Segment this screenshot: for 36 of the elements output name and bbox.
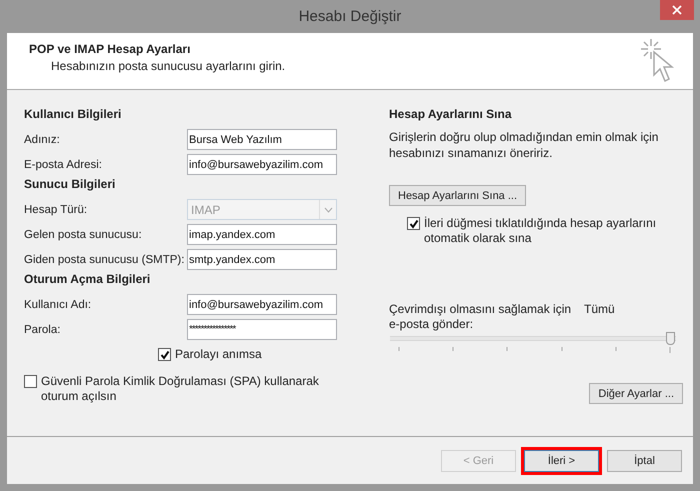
input-field[interactable]: info@bursawebyazilim.com bbox=[187, 154, 337, 175]
section-heading: Hesap Ayarlarını Sına bbox=[389, 107, 513, 123]
section-heading: Sunucu Bilgileri bbox=[24, 177, 116, 193]
checkbox[interactable] bbox=[158, 348, 171, 361]
section-heading: Oturum Açma Bilgileri bbox=[24, 272, 152, 288]
field-label: Kullanıcı Adı: bbox=[24, 298, 92, 310]
more-settings-button[interactable]: Diğer Ayarlar ... bbox=[589, 383, 683, 404]
chevron-down-icon bbox=[324, 206, 332, 212]
field-label: Parola: bbox=[24, 324, 60, 336]
footer-button[interactable]: İptal bbox=[607, 450, 682, 472]
section-heading: Kullanıcı Bilgileri bbox=[24, 107, 122, 123]
header-title: POP ve IMAP Hesap Ayarları bbox=[29, 42, 192, 56]
field-label: Adınız: bbox=[24, 134, 60, 146]
password-field[interactable]: **************** bbox=[187, 319, 337, 340]
input-field[interactable]: info@bursawebyazilim.com bbox=[187, 294, 337, 315]
field-label: Hesap Türü: bbox=[24, 204, 88, 216]
field-label: E-posta Adresi: bbox=[24, 158, 102, 170]
close-icon bbox=[672, 5, 682, 15]
input-field[interactable]: smtp.yandex.com bbox=[187, 249, 337, 270]
checkbox[interactable] bbox=[407, 217, 420, 230]
test-settings-button[interactable]: Hesap Ayarlarını Sına ... bbox=[389, 185, 526, 206]
slider-value: Tümü bbox=[584, 302, 615, 316]
checkbox-label: İleri düğmesi tıklatıldığında hesap ayarlarını otomatik olarak sına bbox=[424, 216, 658, 246]
checkbox-label: Güvenli Parola Kimlik Doğrulaması (SPA) kullanarak oturum açılsın bbox=[41, 374, 320, 404]
window-title: Hesabı Değiştir bbox=[298, 8, 402, 25]
slider-label: Çevrimdışı olmasını sağlamak için e-posta gönder: bbox=[389, 302, 572, 332]
header-subtitle: Hesabınızın posta sunucusu ayarlarını girin. bbox=[50, 59, 286, 73]
description-text: Girişlerin doğru olup olmadığından emin olmak için hesabınızı sınamanızı öneririz. bbox=[389, 129, 660, 161]
checkbox-label: Parolayı anımsa bbox=[175, 347, 262, 361]
field-label: Gelen posta sunucusu: bbox=[24, 228, 142, 240]
field-label: Giden posta sunucusu (SMTP): bbox=[24, 254, 184, 266]
input-field[interactable]: imap.yandex.com bbox=[187, 224, 337, 245]
slider-thumb[interactable] bbox=[666, 332, 675, 345]
input-field[interactable]: Bursa Web Yazılım bbox=[187, 129, 337, 150]
checkbox[interactable] bbox=[24, 375, 37, 388]
close-button[interactable] bbox=[660, 0, 694, 20]
